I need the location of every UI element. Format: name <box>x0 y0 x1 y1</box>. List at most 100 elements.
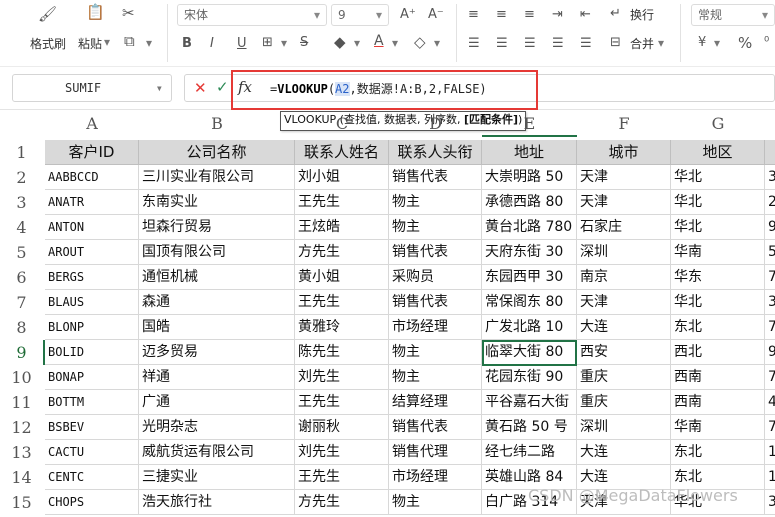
align-center-icon[interactable]: ☰ <box>496 36 508 51</box>
active-cell[interactable] <box>482 340 577 366</box>
header-cell[interactable]: 客户ID <box>45 140 139 165</box>
row-header[interactable]: 13 <box>0 440 43 465</box>
table-cell[interactable]: 南京 <box>577 265 671 290</box>
clear-dropdown-icon[interactable]: ▾ <box>434 36 440 50</box>
table-cell[interactable]: 通恒机械 <box>139 265 295 290</box>
table-cell[interactable]: 王先生 <box>295 290 389 315</box>
row-header[interactable]: 3 <box>0 190 43 215</box>
align-right-icon[interactable]: ☰ <box>524 36 536 51</box>
wrap-text-icon[interactable]: ↵ <box>610 6 621 21</box>
table-cell[interactable]: 平谷嘉石大街 <box>482 390 577 415</box>
chevron-down-icon[interactable]: ▾ <box>156 75 163 101</box>
cut-icon[interactable]: ✂ <box>122 6 135 21</box>
row-header[interactable]: 9 <box>0 340 43 365</box>
table-cell[interactable]: BSBEV <box>45 415 139 440</box>
wrap-text-label[interactable]: 换行 <box>630 6 654 23</box>
copy-dropdown-icon[interactable]: ▾ <box>146 36 152 50</box>
table-cell[interactable]: 光明杂志 <box>139 415 295 440</box>
copy-icon[interactable]: ⧉ <box>124 34 135 49</box>
currency-icon[interactable]: ¥ <box>698 35 706 50</box>
table-cell[interactable]: 王炫皓 <box>295 215 389 240</box>
table-cell[interactable]: 东北 <box>671 315 765 340</box>
distributed-icon[interactable]: ☰ <box>580 36 592 51</box>
font-color-dropdown-icon[interactable]: ▾ <box>392 36 398 50</box>
table-cell[interactable]: 3 <box>765 165 775 190</box>
table-cell[interactable]: ANATR <box>45 190 139 215</box>
table-cell[interactable]: AABBCCD <box>45 165 139 190</box>
increase-font-icon[interactable]: A⁺ <box>400 7 416 22</box>
paste-icon[interactable]: 📋 <box>86 5 105 20</box>
table-cell[interactable]: 谢丽秋 <box>295 415 389 440</box>
merge-icon[interactable]: ⊟ <box>610 35 621 50</box>
name-box[interactable]: SUMIF ▾ <box>12 74 172 102</box>
font-name-select[interactable]: 宋体 ▾ <box>177 4 327 26</box>
indent-icon[interactable]: ⇥ <box>552 7 563 22</box>
table-cell[interactable]: 祥通 <box>139 365 295 390</box>
table-cell[interactable]: 深圳 <box>577 240 671 265</box>
row-header[interactable]: 2 <box>0 165 43 190</box>
table-cell[interactable]: 常保阁东 80 <box>482 290 577 315</box>
font-color-icon[interactable]: A <box>374 34 384 49</box>
table-cell[interactable]: 黄雅玲 <box>295 315 389 340</box>
table-cell[interactable]: 浩天旅行社 <box>139 490 295 515</box>
table-cell[interactable]: 坦森行贸易 <box>139 215 295 240</box>
table-cell[interactable]: 天府东街 30 <box>482 240 577 265</box>
table-cell[interactable]: 天津 <box>577 165 671 190</box>
table-cell[interactable]: 迈多贸易 <box>139 340 295 365</box>
header-cell[interactable]: 联系人姓名 <box>295 140 389 165</box>
table-cell[interactable]: 物主 <box>389 490 482 515</box>
table-cell[interactable]: 3 <box>765 290 775 315</box>
table-cell[interactable]: 大连 <box>577 440 671 465</box>
table-cell[interactable]: 重庆 <box>577 390 671 415</box>
column-header-g[interactable]: G <box>671 112 765 136</box>
table-cell[interactable]: 物主 <box>389 340 482 365</box>
bold-icon[interactable]: B <box>182 36 192 51</box>
table-cell[interactable]: 花园东街 90 <box>482 365 577 390</box>
header-cell[interactable] <box>765 140 775 165</box>
table-cell[interactable]: 广通 <box>139 390 295 415</box>
table-cell[interactable]: 承德西路 80 <box>482 190 577 215</box>
paste-dropdown-icon[interactable]: ▾ <box>104 35 110 49</box>
align-bottom-icon[interactable]: ≡ <box>524 7 535 22</box>
column-header-b[interactable]: B <box>139 112 295 136</box>
table-cell[interactable]: 王先生 <box>295 465 389 490</box>
row-header[interactable]: 4 <box>0 215 43 240</box>
table-cell[interactable]: 1 <box>765 465 775 490</box>
table-cell[interactable]: 销售代表 <box>389 240 482 265</box>
spreadsheet-grid[interactable]: A B C D E F G 1 2 3 4 5 6 7 8 9 10 11 12 13 14 15 客户ID 公司名称 联系人姓… <box>0 110 775 517</box>
align-left-icon[interactable]: ☰ <box>468 36 480 51</box>
table-cell[interactable]: BERGS <box>45 265 139 290</box>
table-cell[interactable]: 华北 <box>671 165 765 190</box>
table-cell[interactable]: 9 <box>765 340 775 365</box>
font-size-select[interactable]: 9 ▾ <box>331 4 389 26</box>
header-cell[interactable]: 公司名称 <box>139 140 295 165</box>
table-cell[interactable]: 石家庄 <box>577 215 671 240</box>
row-header[interactable]: 7 <box>0 290 43 315</box>
table-cell[interactable]: CENTC <box>45 465 139 490</box>
table-cell[interactable]: 广发北路 10 <box>482 315 577 340</box>
header-cell[interactable]: 联系人头衔 <box>389 140 482 165</box>
number-format-select[interactable]: 常规 ▾ <box>691 4 775 26</box>
table-cell[interactable]: 华北 <box>671 190 765 215</box>
eraser-icon[interactable]: ◇ <box>414 35 426 50</box>
percent-icon[interactable]: % <box>738 34 752 52</box>
column-header-c[interactable]: C <box>295 112 389 136</box>
row-header[interactable]: 14 <box>0 465 43 490</box>
row-header[interactable]: 15 <box>0 490 43 515</box>
confirm-icon[interactable]: ✓ <box>216 78 229 96</box>
table-cell[interactable]: 7 <box>765 315 775 340</box>
row-header[interactable]: 11 <box>0 390 43 415</box>
table-cell[interactable]: CACTU <box>45 440 139 465</box>
align-top-icon[interactable]: ≡ <box>468 7 479 22</box>
row-header[interactable]: 5 <box>0 240 43 265</box>
table-cell[interactable]: 深圳 <box>577 415 671 440</box>
merge-label[interactable]: 合并 <box>630 35 654 52</box>
table-cell[interactable]: 西北 <box>671 340 765 365</box>
table-cell[interactable]: 刘先生 <box>295 365 389 390</box>
strikethrough-icon[interactable]: S̶ <box>300 35 308 50</box>
table-cell[interactable]: 三捷实业 <box>139 465 295 490</box>
table-cell[interactable]: 销售代表 <box>389 165 482 190</box>
paste-label[interactable]: 粘贴 <box>78 35 102 52</box>
table-cell[interactable]: 方先生 <box>295 240 389 265</box>
table-cell[interactable]: CHOPS <box>45 490 139 515</box>
